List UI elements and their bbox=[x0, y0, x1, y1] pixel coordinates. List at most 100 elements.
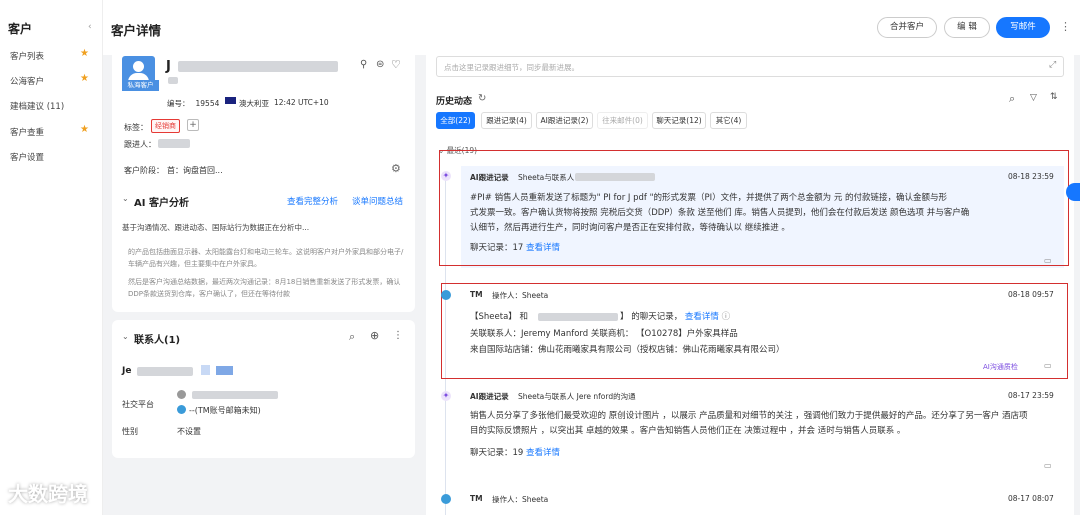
page-title: 客户详情 bbox=[111, 23, 162, 38]
refresh-icon[interactable]: ↻ bbox=[478, 93, 486, 104]
entry-who: Sheeta与联系人 Jere nford的沟通 bbox=[518, 392, 636, 401]
entry-date: 08-17 08:07 bbox=[1008, 494, 1054, 503]
entry-type: AI跟进记录 bbox=[470, 392, 509, 401]
entry-date: 08-17 23:59 bbox=[1008, 391, 1054, 400]
tab-emails[interactable]: 往来邮件(0) bbox=[597, 112, 648, 129]
contact-badge-icon bbox=[216, 366, 233, 375]
tag-distributor[interactable]: 经销商 bbox=[151, 119, 180, 133]
more-icon[interactable]: ⋮ bbox=[393, 330, 403, 341]
contacts-card: ⌄ 联系人(1) ⌕ ⊕ ⋮ Je 社交平台 --(TM账号邮箱未知) 性别 不… bbox=[112, 320, 415, 458]
private-customer-tag: 私海客户 bbox=[122, 80, 159, 91]
comment-icon[interactable]: ▭ bbox=[1044, 461, 1052, 470]
comment-icon[interactable]: ▭ bbox=[1044, 361, 1052, 370]
sidebar-item-dedupe[interactable]: 客户查重 bbox=[10, 126, 44, 138]
write-email-button[interactable]: 写邮件 bbox=[996, 17, 1050, 38]
follow-up-input[interactable]: 点击这里记录跟进细节，同步最新进展。 ⤢ bbox=[436, 56, 1064, 77]
redacted-contact-name bbox=[137, 367, 193, 376]
sidebar: 客户 ‹ 客户列表 ★ 公海客户 ★ 建档建议 (11) 客户查重 ★ 客户设置 bbox=[0, 0, 103, 515]
add-contact-icon[interactable]: ⊕ bbox=[370, 329, 379, 342]
redacted-follower bbox=[158, 139, 190, 148]
tab-other[interactable]: 其它(4) bbox=[710, 112, 747, 129]
redacted-contact bbox=[575, 173, 655, 181]
follow-up-placeholder: 点击这里记录跟进细节，同步最新进展。 bbox=[444, 63, 579, 72]
entry-date: 08-18 23:59 bbox=[1008, 172, 1054, 181]
sidebar-item-suggestions[interactable]: 建档建议 (11) bbox=[10, 100, 64, 112]
contact-name[interactable]: Je bbox=[122, 366, 131, 376]
search-icon[interactable]: ⌕ bbox=[349, 330, 355, 344]
customer-name: J bbox=[166, 59, 171, 74]
settings-icon[interactable]: ⚙ bbox=[391, 162, 401, 175]
contacts-expand-icon[interactable]: ⌄ bbox=[122, 332, 129, 341]
stage-label: 客户阶段： bbox=[124, 166, 164, 175]
history-title: 历史动态 bbox=[436, 97, 473, 107]
search-icon[interactable]: ⌕ bbox=[1009, 92, 1015, 106]
chat-record-suffix: 】 的聊天记录， 查看详情 ⓘ bbox=[620, 312, 731, 322]
share-icon[interactable]: ⚲ bbox=[360, 59, 367, 70]
ai-sparkle-icon: ✦ bbox=[441, 391, 451, 401]
follower-label: 跟进人： bbox=[124, 140, 156, 149]
sidebar-item-customer-list[interactable]: 客户列表 bbox=[10, 50, 44, 62]
redacted-text bbox=[168, 77, 178, 84]
copy-icon[interactable]: ⊜ bbox=[376, 59, 384, 70]
edit-button[interactable]: 编 辑 bbox=[944, 17, 990, 38]
entry-date: 08-18 09:57 bbox=[1008, 290, 1054, 299]
tab-chats[interactable]: 聊天记录(12) bbox=[652, 112, 706, 129]
entry-content-line: #PI# 销售人员重新发送了标题为" PI for J pdf "的形式发票（P… bbox=[470, 193, 948, 203]
entry-type: TM bbox=[470, 494, 483, 503]
tab-all[interactable]: 全部(22) bbox=[436, 112, 475, 129]
merge-customer-button[interactable]: 合并客户 bbox=[877, 17, 937, 38]
tm-icon bbox=[441, 290, 451, 300]
view-details-link[interactable]: 查看详情 bbox=[685, 312, 719, 322]
entry-content-line: 式发票一致。客户确认货物将按照 完税后交货（DDP）条款 送至他们 库。销售人员… bbox=[470, 208, 970, 218]
tab-ai-follow-up[interactable]: AI跟进记录(2) bbox=[536, 112, 593, 129]
ai-analysis-status: 基于沟通情况、跟进动态、国际站行为数据正在分析中... bbox=[122, 223, 310, 232]
tags-label: 标签： bbox=[124, 123, 148, 132]
chat-count: 聊天记录：19 查看详情 bbox=[470, 448, 561, 458]
star-icon[interactable]: ★ bbox=[80, 124, 89, 135]
entry-type: TM bbox=[470, 290, 483, 299]
redacted-name bbox=[178, 61, 338, 72]
ai-expand-icon[interactable]: ⌄ bbox=[122, 194, 129, 203]
tab-follow-up[interactable]: 跟进记录(4) bbox=[481, 112, 532, 129]
customer-stage[interactable]: 首：询盘首回... bbox=[167, 165, 223, 176]
help-icon[interactable]: ⓘ bbox=[722, 312, 731, 322]
star-icon[interactable]: ★ bbox=[80, 73, 89, 84]
ai-quality-check-button[interactable]: AI沟通质检 bbox=[983, 362, 1018, 372]
store-info: 来自国际站店铺：佛山花雨曦家具有限公司（授权店铺：佛山花雨曦家具有限公司） bbox=[470, 345, 785, 355]
entry-who: 操作人：Sheeta bbox=[492, 495, 549, 504]
assistant-float-icon[interactable] bbox=[1066, 183, 1080, 201]
ai-analysis-text-2: 然后是客户沟通总结数据，最近两次沟通记录：8月18日销售重新发送了形式发票，确认… bbox=[128, 278, 401, 298]
tm-icon bbox=[177, 405, 186, 414]
heart-icon[interactable]: ♡ bbox=[391, 58, 401, 71]
social-platform-value: --(TM账号邮箱未知) bbox=[189, 406, 261, 415]
comment-icon[interactable]: ▭ bbox=[1044, 256, 1052, 265]
contacts-title: 联系人(1) bbox=[134, 335, 181, 346]
sidebar-item-settings[interactable]: 客户设置 bbox=[10, 151, 44, 163]
redacted-social bbox=[192, 391, 278, 399]
ai-sparkle-icon: ✦ bbox=[441, 171, 451, 181]
more-icon[interactable]: ⋮ bbox=[1060, 20, 1071, 33]
sidebar-item-public-pool[interactable]: 公海客户 bbox=[10, 75, 44, 87]
social-platform-label: 社交平台 bbox=[122, 400, 154, 409]
sidebar-title: 客户 bbox=[8, 22, 33, 36]
redacted-contact bbox=[538, 313, 618, 321]
full-analysis-link[interactable]: 查看完整分析 bbox=[287, 195, 338, 207]
entry-content-line: 销售人员分享了多张他们最受欢迎的 原创设计图片 ，以展示 产品质量和对细节的关注… bbox=[470, 411, 1028, 421]
entry-who: Sheeta与联系人 bbox=[518, 173, 575, 182]
tm-icon bbox=[441, 494, 451, 504]
contact-badge-icon bbox=[201, 365, 210, 375]
social-icon bbox=[177, 390, 186, 399]
sort-icon[interactable]: ⇅ bbox=[1050, 92, 1058, 102]
deal-summary-link[interactable]: 谈单问题总结 bbox=[352, 195, 403, 207]
view-details-link[interactable]: 查看详情 bbox=[526, 448, 560, 458]
add-tag-button[interactable]: + bbox=[187, 119, 199, 131]
view-details-link[interactable]: 查看详情 bbox=[526, 243, 560, 253]
country: 澳大利亚 bbox=[239, 99, 269, 108]
profile-card: 私海客户 J ⚲ ⊜ ♡ 编号： 19554 澳大利亚 12:42 UTC+10 … bbox=[112, 47, 415, 312]
expand-icon[interactable]: ⤢ bbox=[1049, 60, 1056, 70]
filter-icon[interactable]: ▽ bbox=[1030, 93, 1037, 103]
ai-analysis-text-1: 的产品包括曲面显示器、太阳能露台灯和电动三轮车。这说明客户对户外家具和部分电子/… bbox=[128, 248, 404, 268]
ai-analysis-title: AI 客户分析 bbox=[134, 198, 189, 209]
collapse-icon[interactable]: ‹ bbox=[88, 22, 92, 32]
star-icon[interactable]: ★ bbox=[80, 48, 89, 59]
